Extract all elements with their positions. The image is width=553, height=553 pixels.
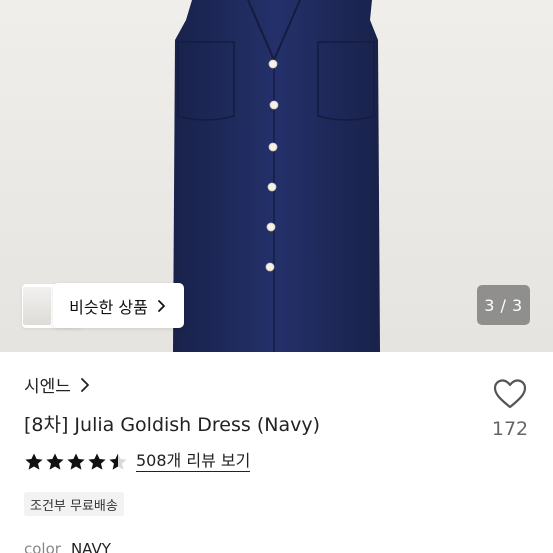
chevron-right-icon <box>157 299 165 312</box>
star-icon <box>88 453 106 470</box>
product-title: [8차] Julia Goldish Dress (Navy) <box>24 414 320 436</box>
review-link[interactable]: 508개 리뷰 보기 <box>136 452 251 472</box>
color-value: NAVY <box>70 540 111 553</box>
brand-name: 시엔느 <box>24 377 71 397</box>
shipping-badge: 조건부 무료배송 <box>24 492 124 516</box>
star-icon <box>25 453 43 470</box>
color-label: color <box>24 540 61 553</box>
chevron-right-icon <box>81 377 89 392</box>
star-icon <box>109 453 127 470</box>
brand-link[interactable]: 시엔느 <box>24 372 91 397</box>
like-button[interactable]: 172 <box>488 378 532 440</box>
star-rating <box>24 452 128 472</box>
similar-products-button[interactable]: 비슷한 상품 <box>53 283 184 328</box>
heart-outline-icon <box>493 379 527 409</box>
color-row: color NAVY <box>24 540 111 553</box>
similar-products-label: 비슷한 상품 <box>69 297 148 317</box>
image-counter: 3 / 3 <box>477 285 530 325</box>
star-icon <box>46 453 64 470</box>
like-count: 172 <box>491 418 529 440</box>
rating-row: 508개 리뷰 보기 <box>24 452 251 472</box>
thumbnail[interactable] <box>23 287 51 325</box>
star-icon <box>67 453 85 470</box>
product-image-gallery[interactable]: 비슷한 상품 3 / 3 <box>0 0 553 352</box>
